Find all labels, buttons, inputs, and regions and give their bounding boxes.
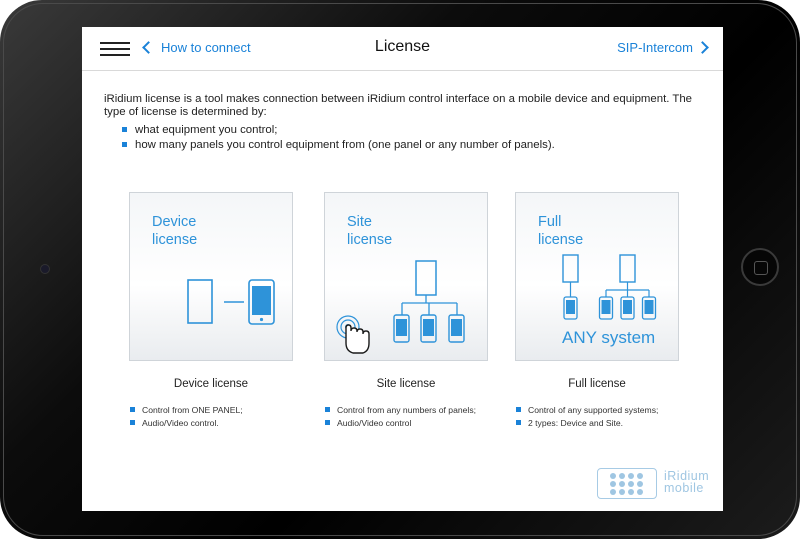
tablet-icon: [187, 279, 213, 324]
smartphone-icon: [641, 296, 657, 320]
site-license-illustration: [336, 260, 465, 354]
logo-line: mobile: [664, 481, 704, 495]
feature-item: Control from any numbers of panels;: [325, 404, 476, 417]
site-license-features: Control from any numbers of panels; Audi…: [325, 404, 476, 430]
home-button[interactable]: [741, 248, 779, 286]
app-screen: How to connect License SIP-Intercom iRid…: [82, 27, 723, 511]
site-license-card[interactable]: Site license: [324, 192, 488, 361]
smartphone-icon: [598, 296, 614, 320]
camera-icon: [40, 264, 50, 274]
full-license-card[interactable]: Full license ANY system: [515, 192, 679, 361]
feature-item: Audio/Video control.: [130, 417, 243, 430]
logo-text: iRidium mobile: [664, 470, 709, 495]
feature-item: 2 types: Device and Site.: [516, 417, 658, 430]
smartphone-icon: [620, 296, 635, 320]
feature-item: Audio/Video control: [325, 417, 476, 430]
full-license-features: Control of any supported systems; 2 type…: [516, 404, 658, 430]
feature-item: Control of any supported systems;: [516, 404, 658, 417]
smartphone-icon: [448, 314, 465, 343]
intro-text: iRidium license is a tool makes connecti…: [104, 93, 692, 118]
iridium-mobile-logo: iRidium mobile: [597, 468, 709, 499]
device-license-features: Control from ONE PANEL; Audio/Video cont…: [130, 404, 243, 430]
card-tagline: ANY system: [562, 328, 656, 347]
navigation-bar: How to connect License SIP-Intercom: [82, 27, 723, 71]
feature-item: Control from ONE PANEL;: [130, 404, 243, 417]
smartphone-icon: [420, 314, 437, 343]
intro-bullet: how many panels you control equipment fr…: [122, 138, 555, 153]
chevron-right-icon: [696, 41, 709, 54]
site-license-caption: Site license: [376, 378, 436, 390]
next-button[interactable]: SIP-Intercom: [617, 40, 709, 55]
device-license-card[interactable]: Device license: [129, 192, 293, 361]
hand-touch-icon: [336, 315, 370, 354]
device-license-illustration: [187, 279, 275, 325]
smartphone-icon: [393, 314, 410, 343]
intro-bullet: what equipment you control;: [122, 123, 555, 138]
full-license-caption: Full license: [568, 378, 626, 390]
intro-bullet-list: what equipment you control; how many pan…: [122, 123, 555, 153]
device-license-caption: Device license: [173, 378, 249, 390]
smartphone-icon: [248, 279, 275, 325]
smartphone-icon: [563, 296, 578, 320]
next-button-label: SIP-Intercom: [617, 40, 693, 55]
home-square-icon: [754, 261, 768, 275]
logo-dots-icon: [597, 468, 657, 499]
